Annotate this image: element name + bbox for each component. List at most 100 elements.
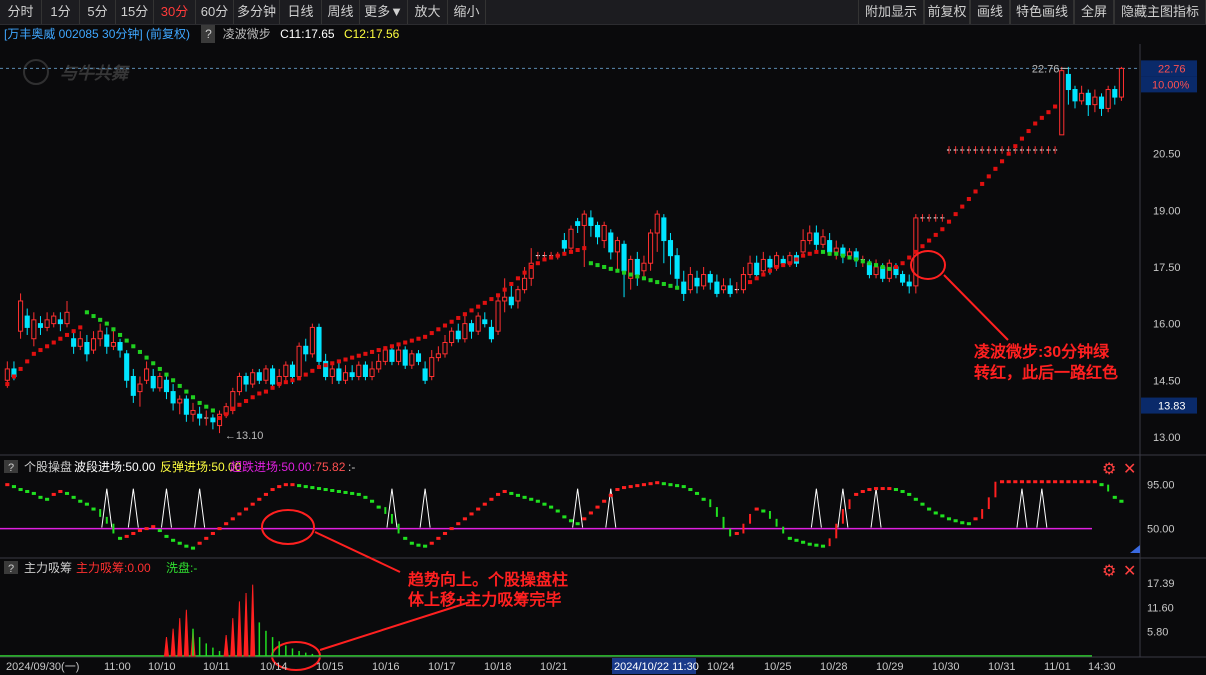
candle — [1085, 89, 1091, 116]
trail-green-mark — [834, 251, 839, 256]
indicator-point — [243, 507, 249, 511]
candle — [920, 214, 925, 222]
y-tick-label: 14.50 — [1153, 375, 1181, 387]
indicator-point — [84, 502, 89, 506]
candle — [813, 225, 819, 252]
trail-red-mark — [18, 366, 23, 371]
candle — [190, 402, 196, 422]
trail-red-mark — [767, 268, 773, 273]
indicator-point — [51, 492, 56, 496]
trail-green-mark — [668, 283, 673, 288]
trail-green-mark — [117, 332, 123, 337]
indicator-point — [820, 544, 826, 548]
indicator-point — [442, 531, 448, 535]
indicator-point — [615, 488, 620, 492]
candle — [396, 346, 402, 366]
candle-body — [727, 285, 733, 294]
candle-body — [44, 319, 50, 328]
indicator-point — [1119, 499, 1124, 503]
candle — [1072, 85, 1078, 109]
indicator-point — [297, 484, 302, 488]
trail-green-mark — [588, 261, 593, 266]
candle-body — [415, 353, 422, 362]
indicator-point — [1013, 480, 1018, 484]
candle — [342, 365, 349, 385]
trail-red-mark — [416, 336, 421, 341]
indicator-point — [257, 497, 262, 501]
candle-body — [754, 262, 760, 276]
x-tick-label: 11:00 — [104, 661, 131, 673]
indicator-point — [621, 486, 627, 490]
indicator-point — [217, 527, 222, 531]
candle — [1019, 146, 1025, 154]
trail-red-mark — [781, 263, 786, 268]
trail-green-mark — [820, 249, 826, 254]
x-tick-label: 10/15 — [316, 661, 344, 673]
candle — [349, 365, 355, 381]
x-tick-label: 10/25 — [764, 661, 792, 673]
trail-red-mark — [383, 346, 388, 351]
candle — [356, 361, 362, 381]
indicator-point — [661, 482, 666, 486]
candle-body — [396, 349, 402, 362]
indicator-point — [588, 511, 593, 515]
trail-green-mark — [602, 264, 607, 269]
candle — [44, 312, 50, 332]
price-box-top: 22.76 10.00% — [1141, 60, 1197, 93]
close-icon[interactable]: ✕ — [1123, 563, 1136, 580]
trail-red-mark — [217, 416, 222, 421]
y-tick-label: 19.00 — [1153, 205, 1181, 217]
candle-body — [1105, 89, 1111, 109]
candle — [946, 146, 952, 154]
candle-body — [402, 349, 408, 366]
candle-body — [18, 300, 24, 332]
trail-green-mark — [144, 355, 149, 360]
candle — [641, 255, 647, 279]
indicator-point — [641, 483, 647, 487]
indicator-point — [376, 505, 381, 509]
candle — [980, 146, 985, 154]
candle — [482, 312, 488, 328]
candle — [1026, 146, 1031, 154]
candle-body — [250, 372, 256, 385]
indicator-point — [602, 499, 607, 503]
indicator-point — [522, 495, 527, 499]
candle-body — [482, 319, 488, 325]
indicator-point — [31, 491, 36, 495]
candle — [535, 251, 540, 260]
close-icon[interactable]: ✕ — [1123, 461, 1136, 478]
indicator-point — [648, 482, 653, 486]
indicator-point — [1033, 480, 1038, 484]
candle — [993, 146, 998, 154]
candle — [601, 221, 607, 249]
gear-icon[interactable]: ⚙ — [1102, 563, 1116, 580]
candle — [84, 334, 90, 362]
candle-body — [110, 342, 116, 347]
candle-body — [714, 281, 720, 294]
candle — [707, 270, 713, 290]
signal-triangle — [572, 488, 584, 528]
candle — [64, 300, 70, 328]
y-tick-label: 17.39 — [1147, 578, 1175, 590]
candle — [594, 221, 601, 245]
candle — [442, 334, 448, 358]
trail-red-mark — [5, 382, 10, 387]
candle — [402, 346, 408, 369]
candle — [468, 319, 475, 339]
trail-red-mark — [993, 166, 998, 171]
trail-green-mark — [615, 268, 620, 273]
indicator-point — [913, 497, 918, 501]
candle-body — [170, 391, 176, 404]
indicator-point — [880, 487, 885, 491]
x-tick-label: 10/31 — [988, 661, 1016, 673]
candle-body — [1079, 92, 1085, 102]
candle — [57, 312, 63, 332]
trail-green-mark — [621, 270, 627, 275]
indicator-point — [1092, 480, 1097, 484]
annotation-text: 体上移+主力吸筹完毕 — [408, 590, 561, 609]
candle-body — [601, 224, 607, 242]
gear-icon[interactable]: ⚙ — [1102, 461, 1116, 478]
candle — [1059, 66, 1065, 136]
trail-red-mark — [389, 344, 395, 349]
x-axis: 2024/09/30(一) 11:00 10/10 10/11 10/14 10/15 10… — [0, 656, 1206, 674]
